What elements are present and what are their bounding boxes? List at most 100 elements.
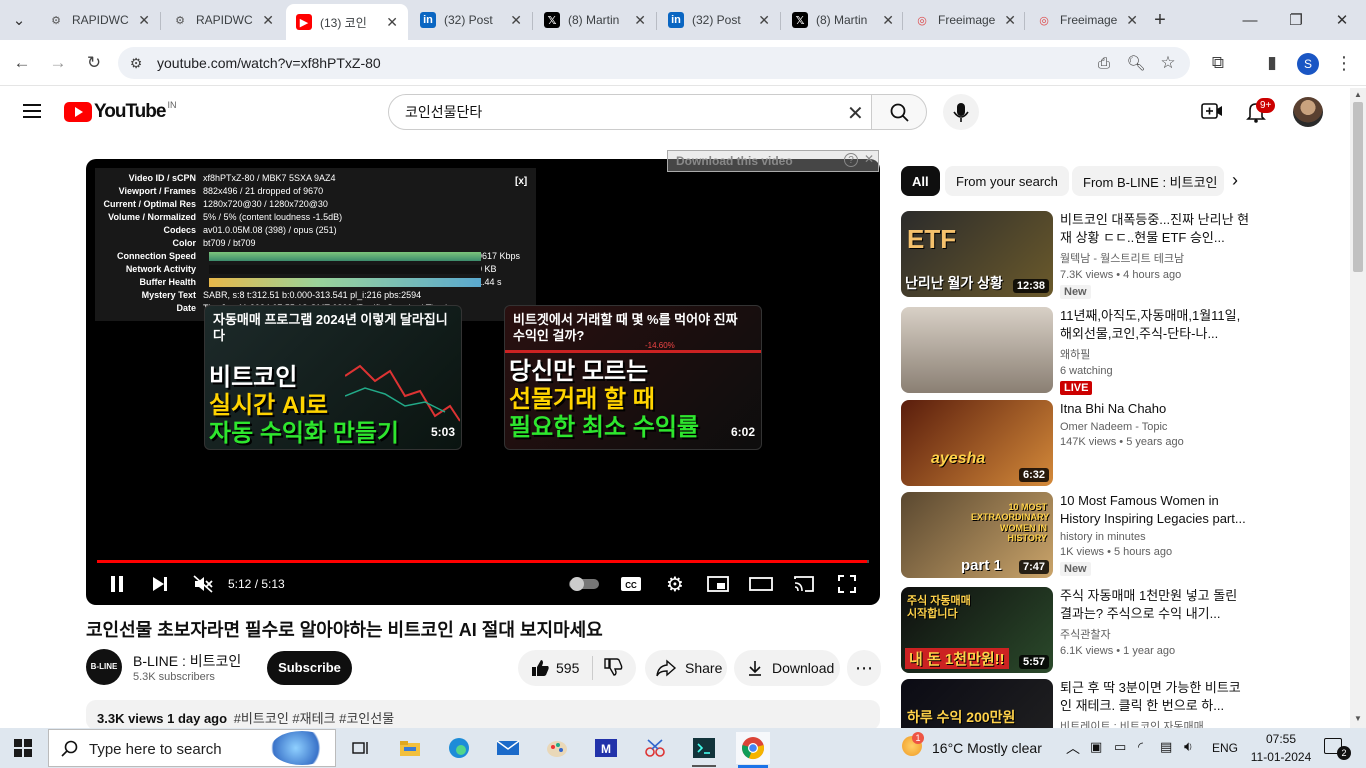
channel-name[interactable]: B-LINE : 비트코인 [133,651,241,671]
chip-all[interactable]: All [901,166,940,196]
channel-name[interactable]: 주식관찰자 [1060,626,1250,642]
search-button[interactable] [871,94,927,130]
help-icon[interactable]: ? [844,153,858,167]
browser-tab[interactable]: ⚙ RAPIDWC ✕ [38,4,160,36]
video-thumbnail[interactable]: ayesha 6:32 [901,400,1053,486]
terminal-app-icon[interactable] [687,732,721,764]
wifi-icon[interactable]: ◜ [1138,739,1143,755]
cast-icon[interactable] [791,572,817,596]
edge-browser-icon[interactable] [442,732,476,764]
dislike-button[interactable] [593,657,623,680]
clear-search-icon[interactable]: ✕ [847,101,864,126]
close-tab-icon[interactable]: ✕ [1004,12,1016,29]
video-title[interactable]: 비트코인 대폭등중...진짜 난리난 현재 상황 ㄷㄷ..현물 ETF 승인..… [1060,211,1250,247]
share-button[interactable]: Share [645,650,727,686]
chrome-icon[interactable] [736,732,770,764]
channel-avatar[interactable]: B-LINE [86,649,122,685]
autoplay-toggle[interactable] [568,572,600,596]
extensions-puzzle-icon[interactable]: ⧉ [1204,49,1232,77]
minimize-button[interactable]: — [1230,8,1270,32]
browser-tab[interactable]: 𝕏 (8) Martin ✕ [534,4,656,36]
task-view-icon[interactable] [344,732,378,764]
scroll-down-arrow-icon[interactable]: ▼ [1354,714,1362,723]
video-thumbnail[interactable]: 주식 자동매매 시작합니다 내 돈 1천만원!! 5:57 [901,587,1053,673]
pause-icon[interactable] [104,572,130,596]
profile-avatar[interactable]: S [1297,53,1319,75]
clock-date[interactable]: 11-01-2024 [1250,750,1312,764]
chevron-right-icon[interactable]: › [1232,170,1238,191]
miniplayer-icon[interactable] [705,572,731,596]
hamburger-menu-icon[interactable] [22,101,42,121]
battery-icon[interactable]: ▭ [1114,739,1126,755]
clock-time[interactable]: 07:55 [1250,732,1312,746]
recommended-video[interactable]: ETF 난리난 월가 상황 12:38 비트코인 대폭등중...진짜 난리난 현재 상… [901,211,1341,299]
fullscreen-icon[interactable] [834,572,860,596]
forward-arrow-icon[interactable]: → [44,49,72,77]
video-thumbnail[interactable]: ETF 난리난 월가 상황 12:38 [901,211,1053,297]
endcard-video-1[interactable]: 자동매매 프로그램 2024년 이렇게 달라집니다 비트코인 실시간 AI로 자… [204,305,462,450]
muted-volume-icon[interactable] [190,572,216,596]
recommended-video[interactable]: 주식 자동매매 시작합니다 내 돈 1천만원!! 5:57 주식 자동매매 1천만원 … [901,587,1341,673]
network-icon[interactable]: ▤ [1160,739,1172,755]
youtube-logo[interactable]: YouTube IN [64,100,176,123]
recommended-video[interactable]: 11년째,아직도,자동매매,1월11일,해외선물,코인,주식-단타-나... 왜하… [901,307,1341,395]
close-tab-icon[interactable]: ✕ [882,12,894,29]
search-input[interactable]: 코인선물단타 [388,94,872,130]
close-window-button[interactable]: ✕ [1322,8,1362,32]
browser-tab[interactable]: ▶ (13) 코인 ✕ [286,4,408,40]
mail-icon[interactable] [491,732,525,764]
close-tab-icon[interactable]: ✕ [634,12,646,29]
description-box[interactable]: 3.3K views 1 day ago #비트코인 #재테크 #코인선물 [86,700,880,730]
language-indicator[interactable]: ENG [1212,741,1238,755]
browser-tab[interactable]: ◎ Freeimage ✕ [904,4,1026,36]
paint-icon[interactable] [540,732,574,764]
video-title[interactable]: 10 Most Famous Women in History Inspirin… [1060,492,1250,528]
close-tab-icon[interactable]: ✕ [262,12,274,29]
voice-search-button[interactable] [943,94,979,130]
video-thumbnail[interactable]: 10 MOST EXTRAORDINARY WOMEN IN HISTORY pa… [901,492,1053,578]
video-title[interactable]: 퇴근 후 딱 3분이면 가능한 비트코인 재테크. 클릭 한 번으로 하... [1060,679,1250,715]
reload-icon[interactable]: ↻ [80,49,108,77]
windows-start-icon[interactable] [6,732,40,764]
channel-name[interactable]: history in minutes [1060,531,1250,543]
install-app-icon[interactable]: ⎙ [1090,49,1118,77]
close-overlay-icon[interactable]: ✕ [864,152,874,166]
recommended-video[interactable]: ayesha 6:32 Itna Bhi Na Chaho Omer Nadeem -… [901,400,1341,486]
chip-from-channel[interactable]: From B-LINE : 비트코인 [1072,166,1224,196]
url-text[interactable]: youtube.com/watch?v=xf8hPTxZ-80 [157,55,381,71]
channel-name[interactable]: Omer Nadeem - Topic [1060,421,1250,433]
taskbar-search-box[interactable]: Type here to search [48,729,336,767]
close-tab-icon[interactable]: ✕ [1126,12,1138,29]
close-tab-icon[interactable]: ✕ [138,12,150,29]
video-title[interactable]: 11년째,아직도,자동매매,1월11일,해외선물,코인,주식-단타-나... [1060,307,1250,343]
close-tab-icon[interactable]: ✕ [510,12,522,29]
scrollbar-thumb[interactable] [1353,102,1363,272]
scroll-up-arrow-icon[interactable]: ▲ [1354,90,1362,99]
chrome-menu-icon[interactable]: ⋮ [1330,49,1358,77]
browser-tab[interactable]: ⚙ RAPIDWC ✕ [162,4,284,36]
like-button[interactable]: 595 [518,656,593,680]
page-scrollbar[interactable]: ▲ ▼ [1350,88,1366,728]
download-video-overlay[interactable]: Download this video ? ✕ [667,150,879,172]
app-analytics-icon[interactable]: M [589,732,623,764]
browser-tab[interactable]: in (32) Post ✕ [658,4,780,36]
video-title[interactable]: Itna Bhi Na Chaho [1060,400,1250,418]
hashtags[interactable]: #비트코인 #재테크 #코인선물 [234,711,394,726]
close-tab-icon[interactable]: ✕ [758,12,770,29]
zoom-icon[interactable]: 🔍︎ [1122,49,1150,77]
recommended-video[interactable]: 10 MOST EXTRAORDINARY WOMEN IN HISTORY pa… [901,492,1341,578]
new-tab-button[interactable]: + [1146,10,1174,30]
browser-tab[interactable]: 𝕏 (8) Martin ✕ [782,4,904,36]
restore-button[interactable]: ❐ [1276,8,1316,32]
bookmark-star-icon[interactable]: ☆ [1154,49,1182,77]
channel-name[interactable]: 월텍남 - 월스트리트 테크남 [1060,250,1250,266]
back-arrow-icon[interactable]: ← [8,49,36,77]
volume-icon[interactable]: 🔉︎ [1184,738,1193,755]
side-panel-icon[interactable]: ▮ [1258,49,1286,77]
more-actions-icon[interactable]: ⋯ [847,650,881,686]
account-avatar[interactable] [1293,97,1323,127]
chip-from-your-search[interactable]: From your search [945,166,1069,196]
stats-close-button[interactable]: [x] [515,176,527,187]
close-tab-icon[interactable]: ✕ [386,14,398,31]
tray-apps-icon[interactable]: ▣ [1090,739,1102,755]
